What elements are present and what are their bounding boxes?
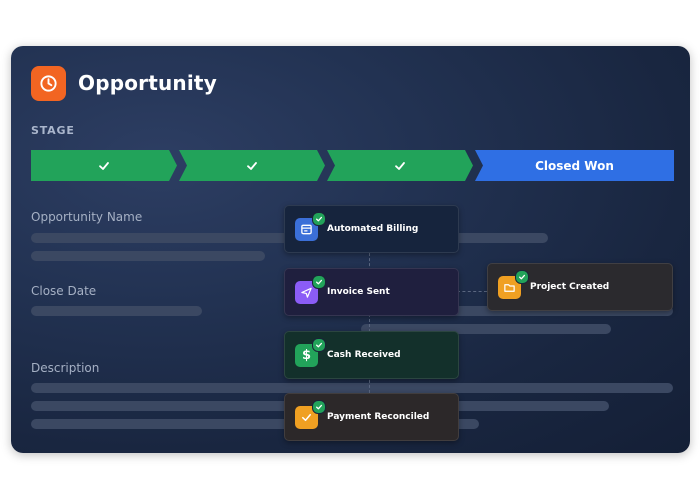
checkmark-icon xyxy=(99,161,109,170)
stage-step-2[interactable] xyxy=(179,150,325,181)
close-date-placeholder xyxy=(31,306,202,316)
opportunity-name-placeholder-2 xyxy=(31,251,265,261)
checkmark-icon xyxy=(395,161,405,170)
opportunity-name-label: Opportunity Name xyxy=(31,210,143,224)
complete-check-icon xyxy=(312,338,326,352)
workflow-node-invoice-sent[interactable]: Invoice Sent xyxy=(284,268,459,316)
complete-check-icon xyxy=(312,275,326,289)
stage-step-1[interactable] xyxy=(31,150,177,181)
clock-icon xyxy=(31,66,66,101)
description-label: Description xyxy=(31,361,100,375)
workflow-node-automated-billing[interactable]: Automated Billing xyxy=(284,205,459,253)
stage-label: STAGE xyxy=(31,124,75,137)
stage-step-3[interactable] xyxy=(327,150,473,181)
opportunity-card: Opportunity STAGE Closed Won Opportunity… xyxy=(11,46,690,453)
workflow-node-label: Cash Received xyxy=(327,350,401,360)
workflow-node-project-created[interactable]: Project Created xyxy=(487,263,673,311)
stage-path: Closed Won xyxy=(31,150,674,181)
stage-current-label: Closed Won xyxy=(535,158,614,173)
close-date-label: Close Date xyxy=(31,284,97,298)
complete-check-icon xyxy=(312,400,326,414)
workflow-node-label: Project Created xyxy=(530,282,610,292)
workflow-node-label: Invoice Sent xyxy=(327,287,390,297)
complete-check-icon xyxy=(515,270,529,284)
workflow-node-label: Automated Billing xyxy=(327,224,419,234)
workflow-node-label: Payment Reconciled xyxy=(327,412,430,422)
stage-step-closed-won[interactable]: Closed Won xyxy=(475,150,674,181)
checkmark-icon xyxy=(247,161,257,170)
workflow-connector-horizontal xyxy=(457,291,487,292)
complete-check-icon xyxy=(312,212,326,226)
description-placeholder-1 xyxy=(31,383,673,393)
workflow-node-payment-reconciled[interactable]: Payment Reconciled xyxy=(284,393,459,441)
workflow-node-cash-received[interactable]: $ Cash Received xyxy=(284,331,459,379)
page-title: Opportunity xyxy=(78,71,217,95)
